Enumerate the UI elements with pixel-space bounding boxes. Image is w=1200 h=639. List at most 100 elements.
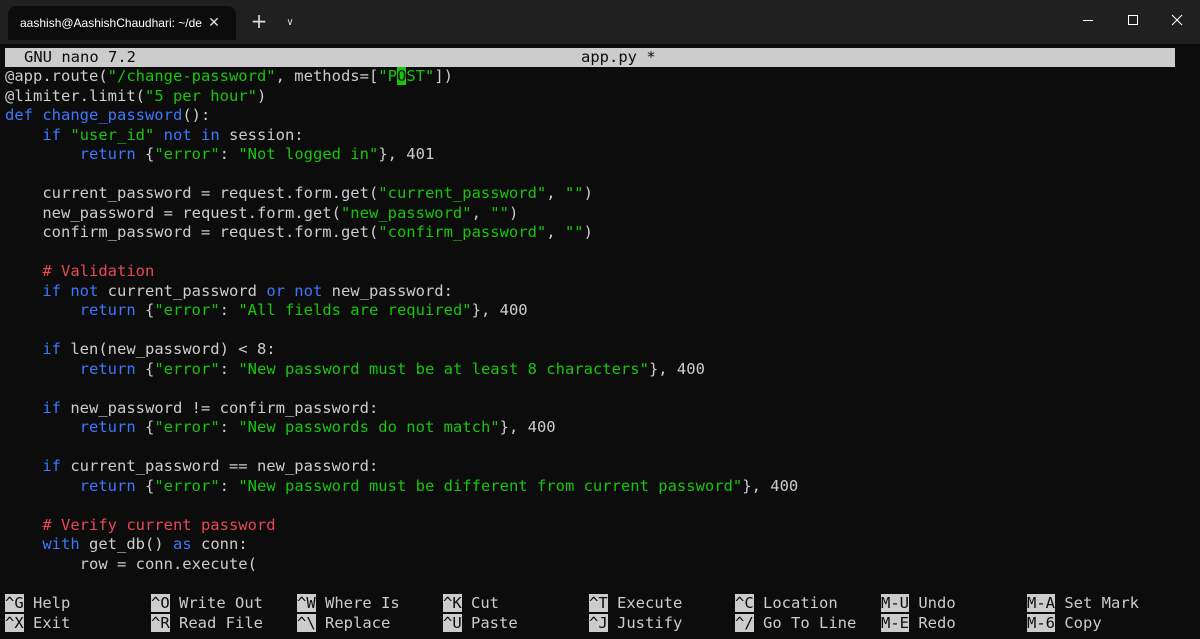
code-token: as [172, 535, 192, 553]
code-line: def change_password(): [5, 106, 1175, 126]
code-token: "" [490, 203, 509, 222]
code-token: len(new_password) < 8: [61, 340, 276, 358]
close-tab-icon[interactable]: ✕ [202, 15, 226, 31]
new-tab-button[interactable]: + [248, 11, 270, 33]
code-token: }, 400 [499, 418, 556, 436]
code-token: if [42, 340, 61, 358]
shortcut-copy[interactable]: M-6 Copy [1027, 613, 1102, 634]
nano-header-bar: GNU nano 7.2 app.py * [5, 48, 1175, 67]
shortcut-label: Replace [315, 613, 391, 632]
code-token: "New password must be different from cur… [238, 476, 743, 495]
shortcut-key: M-E [881, 613, 909, 632]
minimize-icon [1083, 20, 1093, 21]
code-token: session: [219, 125, 304, 144]
code-line: @app.route("/change-password", methods=[… [5, 67, 1175, 87]
code-line: # Verify current password [5, 516, 1175, 536]
code-token: ) [508, 203, 519, 222]
shortcut-label: Justify [607, 613, 683, 632]
shortcut-key: ^J [589, 613, 608, 632]
shortcut-set-mark[interactable]: M-A Set Mark [1027, 594, 1139, 614]
shortcut-label: Where Is [315, 594, 400, 612]
code-token: new_password = request.form.get( [5, 203, 341, 222]
shortcut-key: ^T [589, 594, 608, 612]
tab-title: aashish@AashishChaudhari: ~/de [20, 16, 202, 30]
shortcut-label: Cut [461, 594, 499, 612]
shortcut-label: Go To Line [753, 613, 857, 632]
code-token: current_password == new_password: [61, 457, 379, 475]
code-token: "Not logged in" [238, 145, 379, 163]
code-token: ) [583, 184, 593, 202]
code-token: confirm_password = request.form.get( [5, 223, 379, 241]
code-line: row = conn.execute( [5, 555, 1175, 575]
code-token: }, 401 [378, 145, 435, 163]
code-token: if [42, 457, 61, 475]
close-window-button[interactable] [1154, 0, 1200, 40]
code-token: , [546, 223, 565, 241]
editor-area[interactable]: @app.route("/change-password", methods=[… [5, 67, 1175, 577]
code-token: "error" [154, 476, 220, 495]
chevron-down-icon[interactable]: ∨ [280, 14, 300, 32]
minimize-button[interactable] [1065, 0, 1111, 40]
code-token: change_password [42, 106, 183, 124]
code-token: def [5, 106, 43, 124]
code-token: "New password must be at least 8 charact… [238, 359, 649, 378]
shortcut-cut[interactable]: ^K Cut [443, 594, 499, 614]
code-line: # Validation [5, 262, 1175, 282]
shortcut-label: Copy [1055, 613, 1102, 632]
shortcut-location[interactable]: ^C Location [735, 594, 838, 614]
code-token: not in [154, 125, 220, 144]
shortcut-where-is[interactable]: ^W Where Is [297, 594, 400, 614]
code-token: new_password != confirm_password: [61, 398, 379, 417]
shortcut-write-out[interactable]: ^O Write Out [151, 594, 263, 614]
code-line: return {"error": "All fields are require… [5, 301, 1175, 321]
code-line: new_password = request.form.get("new_pas… [5, 204, 1175, 224]
code-token: : [219, 359, 239, 378]
code-token: @app.route( [5, 67, 108, 85]
code-token: { [135, 301, 155, 319]
shortcut-execute[interactable]: ^T Execute [589, 594, 682, 614]
shortcut-key: M-U [881, 594, 909, 612]
maximize-button[interactable] [1110, 0, 1156, 40]
code-token: }, 400 [648, 359, 705, 378]
terminal-tab[interactable]: aashish@AashishChaudhari: ~/de ✕ [8, 6, 236, 40]
shortcut-redo[interactable]: M-E Redo [881, 613, 956, 634]
window-titlebar: aashish@AashishChaudhari: ~/de ✕ + ∨ [0, 0, 1200, 44]
code-token: }, 400 [471, 301, 528, 319]
code-token: "error" [154, 301, 220, 319]
shortcut-paste[interactable]: ^U Paste [443, 613, 518, 634]
code-token: , methods=[ [275, 67, 379, 85]
code-token: or not [266, 281, 323, 300]
code-token: ST" [406, 67, 435, 85]
code-token: # Validation [5, 262, 155, 280]
code-token: : [219, 476, 239, 495]
code-token: "error" [154, 418, 220, 436]
code-token: "error" [154, 359, 220, 378]
shortcut-read-file[interactable]: ^R Read File [151, 613, 263, 634]
shortcut-label: Read File [169, 613, 263, 632]
shortcut-label: Write Out [169, 594, 263, 612]
shortcut-replace[interactable]: ^\ Replace [297, 613, 391, 634]
shortcut-key: ^G [5, 594, 24, 612]
shortcut-go-to-line[interactable]: ^/ Go To Line [735, 613, 857, 634]
shortcut-key: ^W [297, 594, 316, 612]
shortcut-undo[interactable]: M-U Undo [881, 594, 956, 614]
code-token: "P [378, 67, 397, 85]
code-token: return [79, 145, 136, 163]
shortcut-help[interactable]: ^G Help [5, 594, 70, 614]
code-token: @limiter.limit( [5, 86, 145, 105]
nano-version: GNU nano 7.2 [24, 48, 136, 66]
code-line: with get_db() as conn: [5, 535, 1175, 555]
code-token: if [42, 125, 71, 144]
shortcut-exit[interactable]: ^X Exit [5, 613, 70, 634]
code-token: ) [256, 86, 267, 105]
shortcut-label: Paste [461, 613, 518, 632]
code-token: current_password [98, 281, 267, 300]
shortcut-justify[interactable]: ^J Justify [589, 613, 683, 634]
code-token: { [135, 476, 155, 495]
